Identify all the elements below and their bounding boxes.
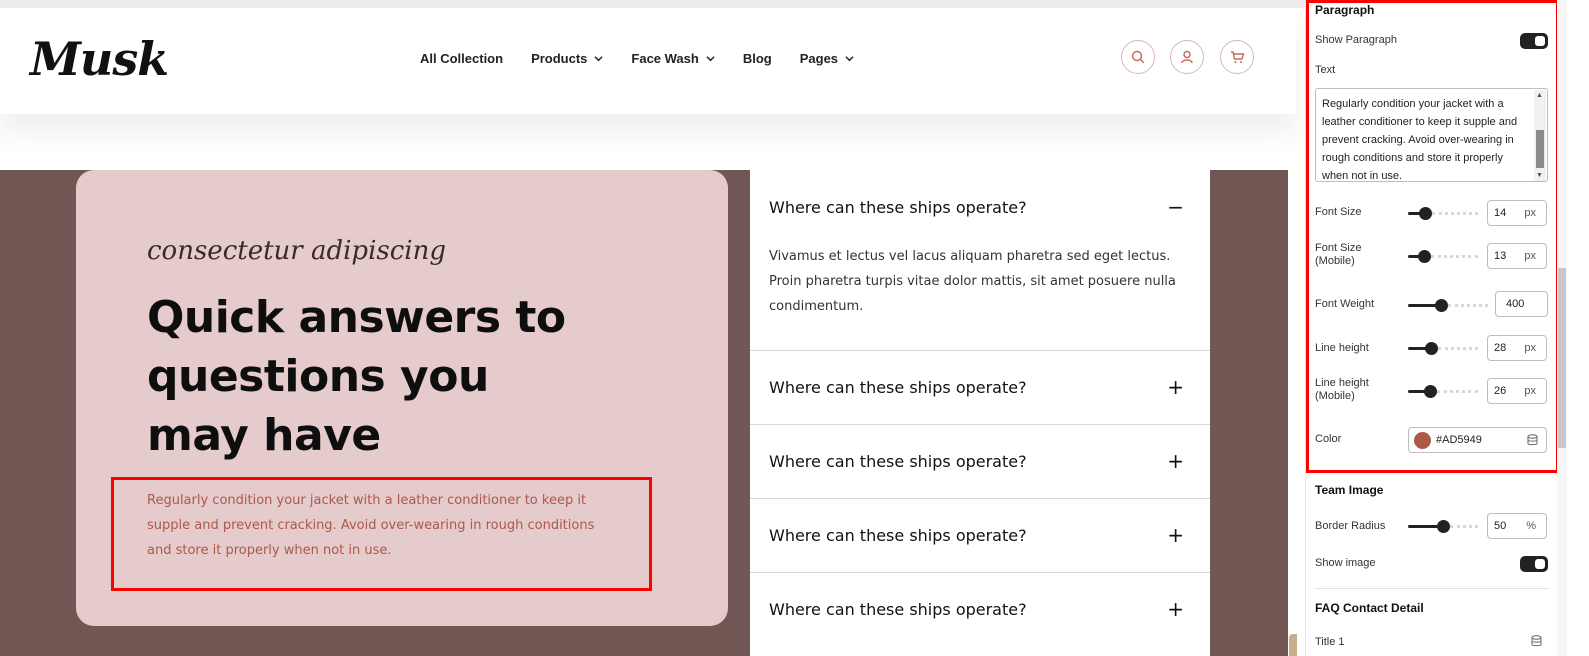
faq-title: Quick answers to questions you may have [147,288,617,465]
page-preview: Musk All Collection Products Face Wash B… [0,0,1305,656]
border-radius-label: Border Radius [1315,520,1386,532]
settings-panel: Paragraph Show Paragraph Text Regularly … [1305,0,1589,656]
accordion-item[interactable]: Where can these ships operate? + [750,499,1210,573]
chevron-down-icon [706,56,715,62]
main-nav: All Collection Products Face Wash Blog P… [420,51,882,66]
title1-label: Title 1 [1315,636,1345,648]
plus-icon[interactable]: + [1167,597,1184,621]
accordion-question[interactable]: Where can these ships operate? [769,378,1027,397]
nav-label: Products [531,51,588,66]
accordion-question[interactable]: Where can these ships operate? [769,452,1027,471]
accordion-item[interactable]: Where can these ships operate? − Vivamus… [750,170,1210,351]
accordion-item[interactable]: Where can these ships operate? + [750,351,1210,425]
preview-scroll-handle[interactable] [1289,634,1297,656]
minus-icon[interactable]: − [1167,195,1184,219]
plus-icon[interactable]: + [1167,375,1184,399]
cart-button[interactable] [1220,40,1254,74]
show-image-label: Show image [1315,557,1376,569]
accordion-item[interactable]: Where can these ships operate? + [750,425,1210,499]
slider-rest [1450,525,1478,531]
plus-icon[interactable]: + [1167,523,1184,547]
slider-knob[interactable] [1437,520,1450,533]
search-button[interactable] [1121,40,1155,74]
faq-contact-heading: FAQ Contact Detail [1315,601,1424,615]
chevron-down-icon [845,56,854,62]
faq-title-line: may have [147,410,381,461]
border-radius-value: 50 [1494,520,1507,532]
brand-logo[interactable]: Musk [30,32,169,86]
chevron-down-icon [594,56,604,62]
site-header: Musk All Collection Products Face Wash B… [0,10,1296,114]
team-image-heading: Team Image [1315,483,1384,497]
border-radius-slider[interactable] [1408,520,1478,533]
accordion-answer: Vivamus et lectus vel lacus aliquam phar… [769,249,1176,314]
nav-label: Pages [799,51,839,66]
section-divider [1315,588,1549,589]
top-strip [0,0,1305,8]
border-radius-unit: % [1526,520,1536,532]
faq-title-line: Quick answers to [147,292,566,343]
nav-pages[interactable]: Pages [800,51,854,66]
plus-icon[interactable]: + [1167,449,1184,473]
settings-scroll-thumb[interactable] [1558,268,1566,448]
faq-title-line: questions you [147,351,489,402]
cart-icon [1230,51,1244,63]
faq-subtitle: consectetur adipiscing [147,236,446,266]
border-radius-input[interactable]: 50 % [1487,513,1547,539]
nav-products[interactable]: Products [531,51,604,66]
nav-blog[interactable]: Blog [743,51,772,66]
search-icon [1131,50,1145,64]
faq-accordion: Where can these ships operate? − Vivamus… [750,170,1210,656]
account-button[interactable] [1170,40,1204,74]
accordion-item[interactable]: Where can these ships operate? + [750,573,1210,656]
user-icon [1181,50,1193,64]
nav-label: Face Wash [631,51,699,66]
paragraph-highlight-box [111,477,652,591]
accordion-question[interactable]: Where can these ships operate? [769,198,1027,217]
accordion-question[interactable]: Where can these ships operate? [769,600,1027,619]
nav-face-wash[interactable]: Face Wash [631,51,715,66]
nav-label: Blog [742,51,772,66]
nav-all-collection[interactable]: All Collection [420,51,503,66]
settings-highlight-box [1306,0,1559,473]
database-icon[interactable] [1531,635,1542,647]
nav-label: All Collection [420,51,504,66]
show-image-toggle[interactable] [1520,556,1548,572]
accordion-question[interactable]: Where can these ships operate? [769,526,1027,545]
